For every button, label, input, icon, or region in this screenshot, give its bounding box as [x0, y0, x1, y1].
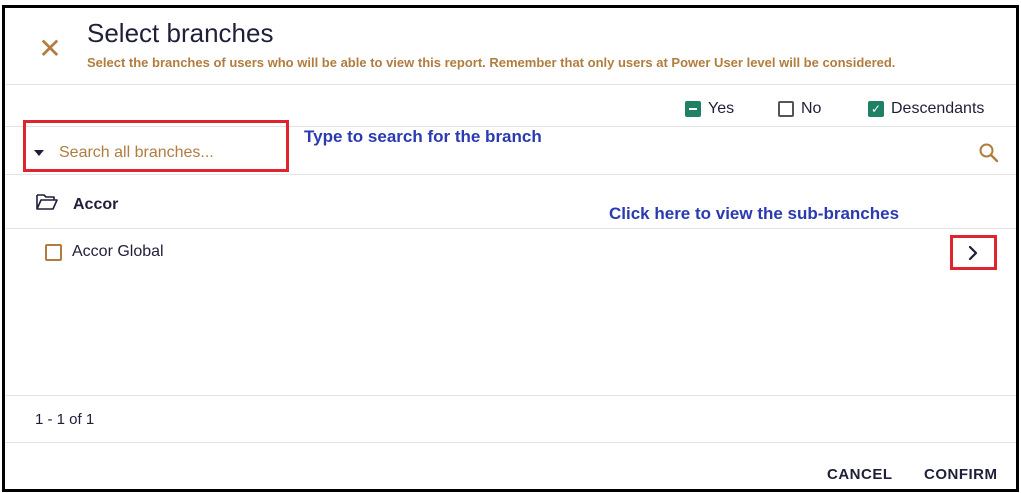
legend-descendants: ✓ Descendants — [868, 98, 984, 120]
search-annotation: Type to search for the branch — [304, 127, 542, 146]
dialog-subtitle: Select the branches of users who will be… — [87, 55, 896, 70]
subbranch-annotation: Click here to view the sub-branches — [609, 204, 900, 223]
chevron-right-icon — [968, 245, 978, 261]
divider — [5, 84, 1016, 85]
search-icon[interactable] — [978, 142, 1000, 164]
divider — [5, 442, 1016, 443]
divider — [5, 174, 1016, 175]
legend-yes-label: Yes — [708, 100, 735, 117]
legend-no: No — [778, 98, 821, 120]
partial-checkbox-icon — [685, 101, 701, 117]
group-label-accor[interactable]: Accor — [73, 196, 118, 214]
legend-yes: Yes — [685, 98, 734, 120]
branch-label[interactable]: Accor Global — [72, 243, 164, 261]
select-branches-dialog: ✕ Select branches Select the branches of… — [2, 5, 1019, 492]
pagination-text: 1 - 1 of 1 — [35, 411, 95, 428]
legend-no-label: No — [801, 100, 822, 117]
branch-checkbox[interactable] — [45, 244, 62, 261]
dialog-title: Select branches — [87, 18, 274, 48]
divider — [5, 395, 1016, 396]
checked-checkbox-icon: ✓ — [868, 101, 884, 117]
confirm-button[interactable]: CONFIRM — [924, 466, 998, 483]
empty-checkbox-icon — [778, 101, 794, 117]
folder-open-icon — [36, 194, 58, 210]
close-icon[interactable]: ✕ — [35, 34, 65, 64]
search-highlight-box — [23, 120, 289, 172]
view-subbranches-button[interactable] — [950, 235, 997, 270]
legend-descendants-label: Descendants — [891, 100, 985, 117]
cancel-button[interactable]: CANCEL — [827, 466, 893, 483]
divider — [5, 228, 1016, 229]
